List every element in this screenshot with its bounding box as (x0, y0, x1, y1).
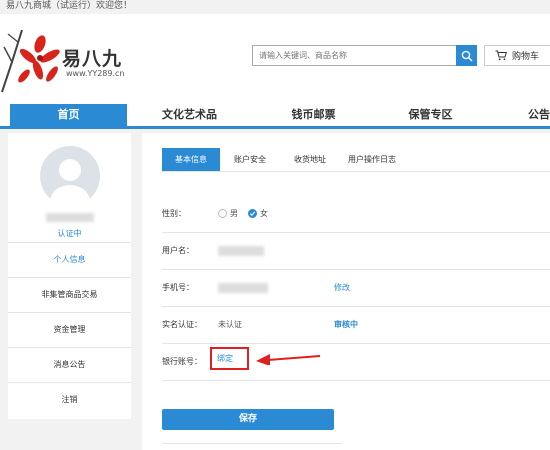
blurred-username-value (218, 246, 264, 256)
tab-divider (162, 171, 550, 172)
blurred-username (46, 213, 94, 222)
search-input[interactable] (252, 45, 456, 66)
bank-account-label: 银行账号： (162, 357, 202, 366)
realname-value: 未认证 (218, 320, 242, 329)
tab-shipping-address[interactable]: 收货地址 (290, 148, 330, 171)
main-nav: 首页 文化艺术品 钱币邮票 保管专区 公告 (0, 104, 550, 129)
realname-row: 实名认证： 未认证 审核中 (162, 307, 550, 344)
annotation-arrow-icon (256, 354, 321, 365)
sidebar-menu: 个人信息 非集管商品交易 资金管理 消息公告 注销 (8, 242, 131, 417)
site-header: 易八九 www.YY289.cn 购物车 (0, 14, 550, 104)
bind-bank-label: 绑定 (217, 354, 233, 363)
nav-item-culture-art[interactable]: 文化艺术品 (142, 104, 237, 126)
avatar (40, 146, 100, 206)
gender-male-radio[interactable] (218, 209, 227, 218)
user-sidebar: 认证中 个人信息 非集管商品交易 资金管理 消息公告 注销 (8, 133, 131, 419)
nav-item-coins-stamps[interactable]: 钱币邮票 (266, 104, 361, 126)
sidebar-item-non-custody-trade[interactable]: 非集管商品交易 (8, 277, 131, 312)
search-icon (461, 50, 473, 62)
sidebar-item-messages[interactable]: 消息公告 (8, 347, 131, 382)
search-button[interactable] (456, 45, 477, 66)
save-button[interactable]: 保存 (162, 409, 334, 430)
cart-label: 购物车 (512, 52, 540, 62)
nav-item-home[interactable]: 首页 (10, 104, 127, 126)
gender-female-radio[interactable] (248, 209, 257, 218)
welcome-text: 易八九商城（试运行）欢迎您！ (6, 1, 133, 11)
tab-basic-info[interactable]: 基本信息 (162, 148, 220, 171)
sidebar-item-logout[interactable]: 注销 (8, 382, 131, 417)
gender-row: 性别： 男 女 (162, 196, 550, 233)
nav-item-announcements[interactable]: 公告 (528, 104, 550, 126)
cart-button[interactable]: 购物车 (484, 45, 550, 66)
modify-phone-link[interactable]: 修改 (334, 270, 350, 306)
phone-label: 手机号： (162, 283, 194, 292)
sidebar-item-funds[interactable]: 资金管理 (8, 312, 131, 347)
bind-bank-button[interactable]: 绑定 (210, 347, 249, 370)
bank-account-row: 银行账号： 绑定 (162, 344, 550, 381)
gender-female-label: 女 (260, 209, 268, 218)
save-divider (162, 443, 342, 444)
nav-item-custody-zone[interactable]: 保管专区 (383, 104, 478, 126)
cart-icon (495, 50, 507, 61)
tab-account-security[interactable]: 账户安全 (230, 148, 270, 171)
tab-operation-log[interactable]: 用户操作日志 (342, 148, 402, 171)
username-row: 用户名： (162, 233, 550, 270)
sidebar-item-personal-info[interactable]: 个人信息 (8, 242, 131, 277)
username-label: 用户名： (162, 246, 194, 255)
realname-status: 审核中 (334, 320, 358, 329)
gender-label: 性别： (162, 209, 186, 218)
check-icon (249, 211, 256, 216)
user-avatar-icon (49, 159, 91, 206)
gender-male-label: 男 (230, 209, 238, 218)
logo-flower-icon (1, 29, 60, 93)
profile-panel: 基本信息 账户安全 收货地址 用户操作日志 性别： 男 女 用户名： 手机号： … (142, 133, 550, 450)
realname-label: 实名认证： (162, 320, 202, 329)
site-logo[interactable]: 易八九 www.YY289.cn (0, 22, 140, 100)
top-welcome-bar: 易八九商城（试运行）欢迎您！ (0, 0, 550, 14)
verification-status: 认证中 (57, 229, 82, 238)
blurred-phone-value (218, 283, 268, 293)
logo-name: 易八九 (62, 48, 123, 70)
logo-url: www.YY289.cn (66, 69, 125, 78)
phone-row: 手机号： 修改 (162, 270, 550, 307)
